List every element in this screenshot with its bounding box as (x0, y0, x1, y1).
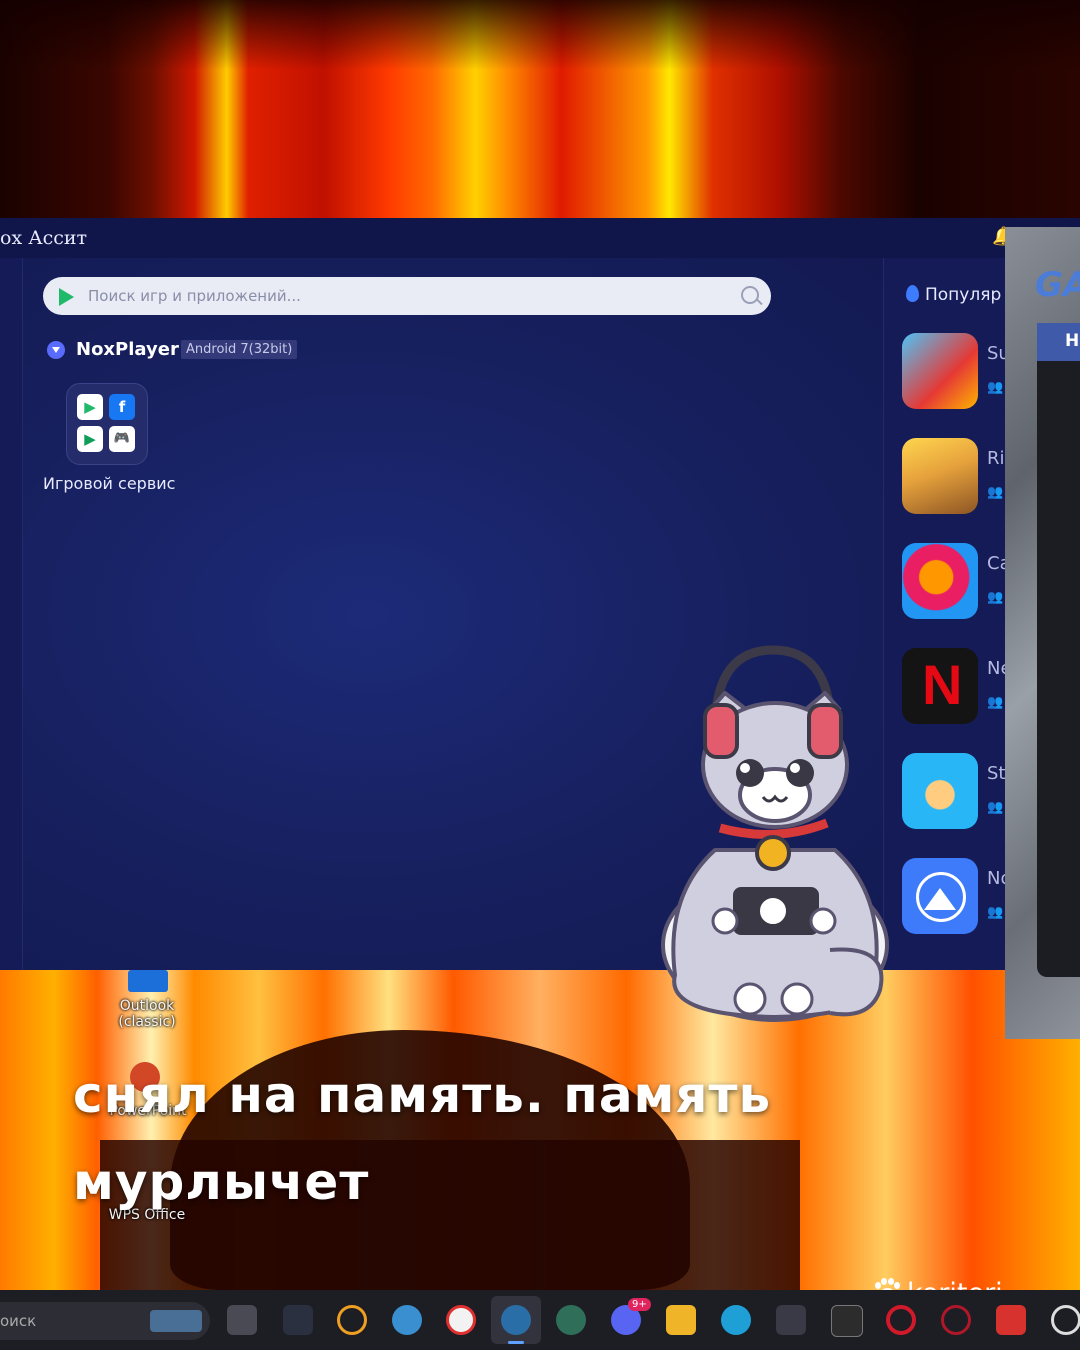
search-bar[interactable]: Поиск игр и приложений... (43, 277, 771, 315)
players-icon: 👥 (987, 800, 1004, 815)
steam-icon[interactable] (501, 1305, 531, 1335)
game-side-panel[interactable]: GA Н (1005, 227, 1080, 1039)
flame-icon (906, 285, 919, 302)
search-highlight-image (150, 1310, 202, 1332)
stumble-guys-icon[interactable] (902, 753, 978, 829)
window-titlebar: ox Ассит 🔔 (0, 218, 1080, 259)
file-explorer-icon[interactable] (666, 1305, 696, 1335)
players-icon: 👥 (987, 590, 1004, 605)
nox-logo-icon (47, 341, 65, 359)
google-play-mini-icon: ▶ (77, 394, 103, 420)
netflix-icon[interactable]: N (902, 648, 978, 724)
gamepad-mini-icon: 🎮 (109, 426, 135, 452)
nordvpn-icon[interactable] (902, 858, 978, 934)
opera-icon[interactable] (886, 1305, 916, 1335)
epic-games-icon[interactable] (831, 1305, 863, 1337)
cat-mascot-sticker (661, 645, 889, 1022)
outlook-label: Outlook (classic) (118, 998, 176, 1030)
store-icon[interactable] (776, 1305, 806, 1335)
task-view-icon[interactable] (227, 1305, 257, 1335)
game-name-2[interactable]: Ri (987, 448, 1005, 469)
edge-icon[interactable] (721, 1305, 751, 1335)
gps-app-icon[interactable] (556, 1305, 586, 1335)
facebook-mini-icon: f (109, 394, 135, 420)
game-name-5[interactable]: St (987, 763, 1005, 784)
opera-gx-icon[interactable] (941, 1305, 971, 1335)
players-icon: 👥 (987, 485, 1004, 500)
nox-assistant-window: ox Ассит 🔔 Поиск игр и приложений... Nox… (0, 218, 1080, 970)
subway-surfers-icon[interactable] (902, 333, 978, 409)
popular-heading: Популяр (906, 285, 1001, 305)
wallpaper-shadow (0, 0, 1080, 70)
desktop-wallpaper-top (0, 0, 1080, 218)
taskbar: оиск 9+ (0, 1290, 1080, 1350)
caption-line-1: снял на память. память (73, 1066, 772, 1124)
rise-of-kingdoms-icon[interactable] (902, 438, 978, 514)
telegram-icon[interactable] (392, 1305, 422, 1335)
android-version-badge: Android 7(32bit) (181, 340, 298, 359)
osu-icon[interactable] (337, 1305, 367, 1335)
wave-icon[interactable] (283, 1305, 313, 1335)
emulator-name: NoxPlayer (76, 339, 179, 360)
notification-badge: 9+ (628, 1298, 651, 1311)
play-games-mini-icon: ▶ (77, 426, 103, 452)
play-store-icon (59, 288, 74, 306)
panel-logo: GA (1035, 265, 1080, 305)
search-icon[interactable] (741, 286, 759, 304)
game-service-folder-icon[interactable]: ▶ f ▶ 🎮 (66, 383, 148, 465)
players-icon: 👥 (987, 905, 1004, 920)
settings-icon[interactable] (1051, 1305, 1080, 1335)
players-icon: 👥 (987, 695, 1004, 710)
caption-line-2: мурлычет (73, 1153, 370, 1211)
app-label: Игровой сервис (43, 474, 176, 493)
left-nav-strip (0, 258, 22, 970)
search-input[interactable]: Поиск игр и приложений... (88, 287, 301, 305)
players-icon: 👥 (987, 380, 1004, 395)
window-title: ox Ассит (0, 227, 88, 249)
taskbar-search[interactable]: оиск (0, 1302, 210, 1340)
outlook-icon (128, 970, 168, 992)
candy-crush-icon[interactable] (902, 543, 978, 619)
yandex-browser-icon[interactable] (446, 1305, 476, 1335)
taskbar-search-text[interactable]: оиск (0, 1312, 36, 1330)
panel-screen (1037, 361, 1080, 977)
wps-icon[interactable] (996, 1305, 1026, 1335)
panel-tab[interactable]: Н (1037, 323, 1080, 361)
desktop-wallpaper-bottom: Outlook (classic) PowerPoint WPS Office (0, 970, 1080, 1290)
